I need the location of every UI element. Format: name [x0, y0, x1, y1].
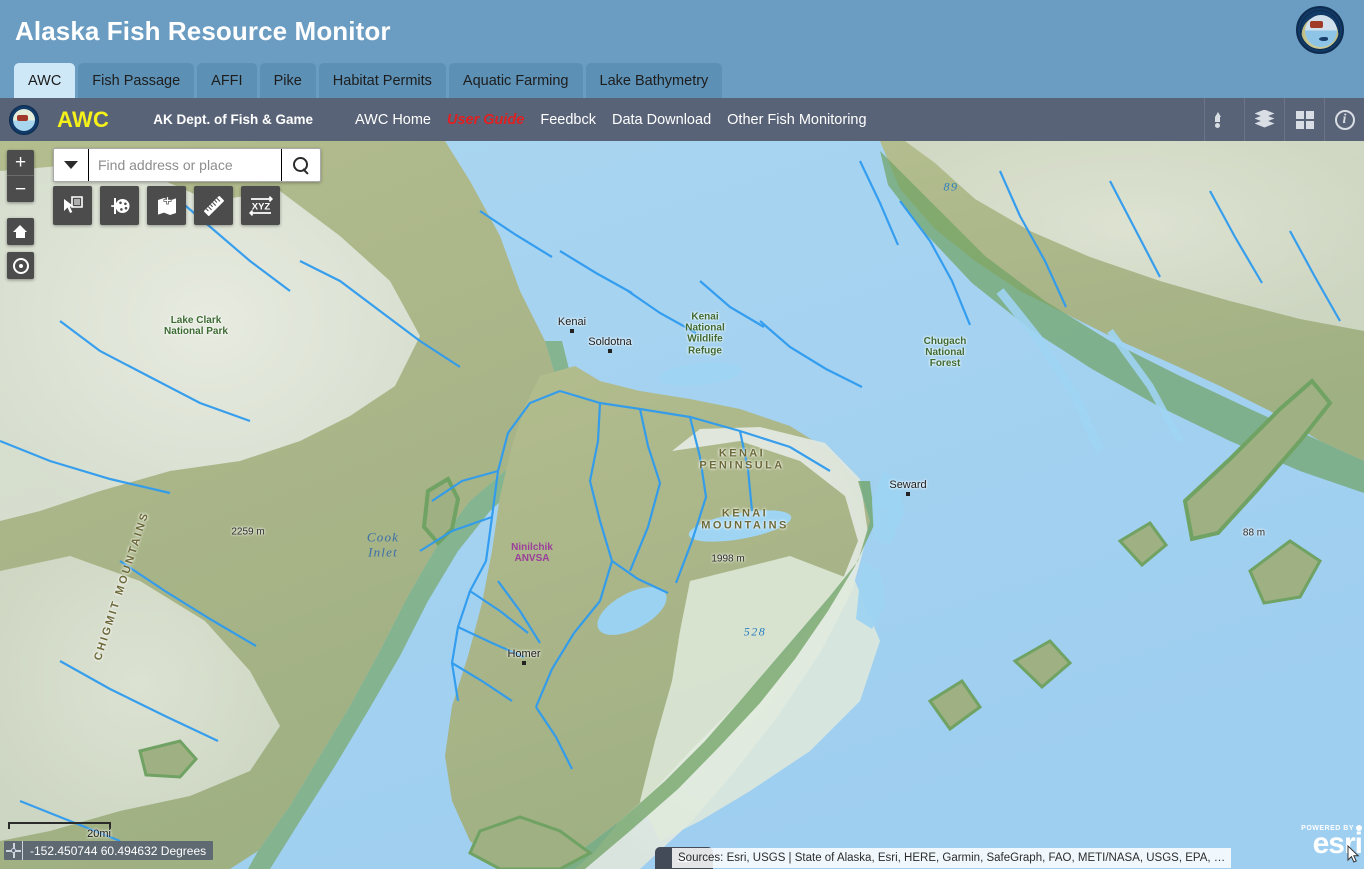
add-map-icon: [155, 194, 179, 218]
tab-pike[interactable]: Pike: [260, 63, 316, 98]
home-icon: [13, 225, 28, 238]
ruler-icon: [201, 193, 227, 219]
app-header: Alaska Fish Resource Monitor AWCFish Pas…: [0, 0, 1364, 98]
search-input[interactable]: [89, 149, 281, 181]
tab-aquatic-farming[interactable]: Aquatic Farming: [449, 63, 583, 98]
mouse-cursor-icon: [1347, 845, 1360, 863]
basemap-gallery-icon: [1296, 111, 1314, 129]
my-location-button[interactable]: [7, 252, 34, 279]
city-marker: [608, 349, 612, 353]
tab-fish-passage[interactable]: Fish Passage: [78, 63, 194, 98]
coordinate-readout[interactable]: -152.450744 60.494632 Degrees: [4, 841, 213, 860]
add-data-tool-button[interactable]: [147, 186, 186, 225]
alaska-state-seal: [1296, 6, 1344, 54]
select-icon: [61, 194, 85, 218]
seal-whale: [1319, 37, 1328, 41]
app-name: AWC: [57, 107, 109, 133]
coordinate-crosshair-icon: [4, 841, 23, 860]
about-button[interactable]: i: [1324, 98, 1364, 141]
draw-tool-button[interactable]: [100, 186, 139, 225]
nav-links: AWC Home User Guide Feedbck Data Download Ot…: [355, 112, 867, 128]
tab-affi[interactable]: AFFI: [197, 63, 256, 98]
nav-link-other-fish-monitoring[interactable]: Other Fish Monitoring: [727, 112, 866, 128]
search-widget: [53, 148, 321, 182]
select-tool-button[interactable]: [53, 186, 92, 225]
search-icon: [293, 157, 309, 173]
nav-link-data-download[interactable]: Data Download: [612, 112, 711, 128]
app-navbar: AWC AK Dept. of Fish & Game AWC Home User…: [0, 98, 1364, 141]
layers-button[interactable]: [1244, 98, 1284, 141]
tab-habitat-permits[interactable]: Habitat Permits: [319, 63, 446, 98]
map-tool-row: XYZ: [53, 186, 280, 225]
crosshair-icon: [13, 258, 29, 274]
agency-name: AK Dept. of Fish & Game: [153, 112, 313, 127]
attribution-text[interactable]: Sources: Esri, USGS | State of Alaska, E…: [672, 848, 1231, 868]
awc-logo-ox: [17, 115, 28, 121]
tab-lake-bathymetry[interactable]: Lake Bathymetry: [586, 63, 723, 98]
scale-bar: 20mi: [8, 822, 111, 840]
page-title: Alaska Fish Resource Monitor: [15, 16, 391, 47]
zoom-in-button[interactable]: +: [7, 150, 34, 176]
tab-bar: AWCFish PassageAFFIPikeHabitat PermitsAq…: [14, 62, 722, 98]
map-application: Alaska Fish Resource Monitor AWCFish Pas…: [0, 0, 1364, 869]
tab-awc[interactable]: AWC: [14, 63, 75, 98]
xyz-icon: XYZ: [248, 194, 274, 218]
chevron-down-icon: [64, 161, 78, 169]
city-marker: [522, 661, 526, 665]
search-source-dropdown[interactable]: [54, 149, 89, 181]
basemap-gallery-button[interactable]: [1284, 98, 1324, 141]
city-marker: [906, 492, 910, 496]
legend-button[interactable]: [1204, 98, 1244, 141]
zoom-out-button[interactable]: −: [7, 176, 34, 202]
default-extent-button[interactable]: [7, 218, 34, 245]
measure-tool-button[interactable]: [194, 186, 233, 225]
awc-logo-icon: [9, 105, 39, 135]
legend-icon: [1215, 112, 1235, 128]
city-marker: [570, 329, 574, 333]
about-info-icon: i: [1335, 110, 1355, 130]
seal-ring: [1300, 10, 1340, 50]
zoom-controls: + −: [7, 150, 34, 202]
nav-link-feedbck[interactable]: Feedbck: [540, 112, 596, 128]
coordinate-value: -152.450744 60.494632 Degrees: [23, 844, 213, 858]
seal-inner: [1305, 15, 1337, 47]
map-basemap: [0, 141, 1364, 869]
layers-icon: [1254, 111, 1276, 129]
coordinate-conversion-button[interactable]: XYZ: [241, 186, 280, 225]
map-view[interactable]: Lake Clark National ParkKenai National W…: [0, 141, 1364, 869]
search-submit-button[interactable]: [281, 149, 320, 181]
nav-link-user-guide[interactable]: User Guide: [447, 112, 524, 128]
nav-icon-group: i: [1204, 98, 1364, 141]
scale-bar-label: 20mi: [8, 828, 111, 840]
svg-text:XYZ: XYZ: [251, 201, 270, 212]
nav-link-awc-home[interactable]: AWC Home: [355, 112, 431, 128]
seal-ox: [1310, 21, 1323, 28]
draw-palette-icon: [108, 194, 132, 218]
